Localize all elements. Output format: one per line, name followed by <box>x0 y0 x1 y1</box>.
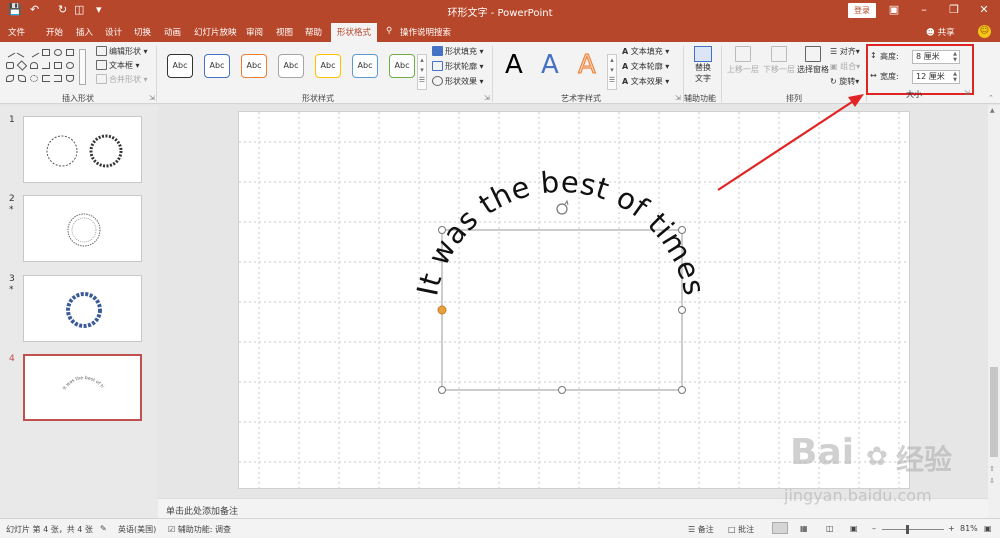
accessibility-checker[interactable]: ☑ 辅助功能: 调查 <box>168 524 231 535</box>
watermark-brand: Bai <box>790 432 855 473</box>
language-indicator[interactable]: 英语(美国) <box>118 524 156 535</box>
zoom-in-icon[interactable]: + <box>948 524 955 533</box>
slide-counter: 幻灯片 第 4 张，共 4 张 <box>6 525 93 534</box>
annotation-arrowhead <box>848 94 864 107</box>
annotation-arrow <box>717 97 859 191</box>
comment-icon: □ <box>728 525 736 534</box>
zoom-out-icon[interactable]: – <box>872 524 876 533</box>
spellcheck-icon[interactable]: ✎ <box>100 524 107 533</box>
zoom-slider-knob[interactable] <box>906 525 909 534</box>
zoom-level[interactable]: 81% <box>960 524 978 533</box>
fit-slide-icon[interactable]: ▣ <box>984 524 992 533</box>
slideshow-icon[interactable]: ▣ <box>850 524 858 533</box>
baidu-watermark: Bai ✿ 经验 jingyan.baidu.com <box>780 428 990 518</box>
reading-view-icon[interactable]: ◫ <box>826 524 834 533</box>
watermark-url: jingyan.baidu.com <box>784 486 932 505</box>
normal-view-icon[interactable] <box>772 522 788 534</box>
notes-label: 备注 <box>697 525 714 534</box>
watermark-paw-icon: ✿ <box>866 442 888 472</box>
comments-button[interactable]: □ 批注 <box>728 524 754 535</box>
notes-icon: ☰ <box>688 525 696 534</box>
watermark-brand-cn: 经验 <box>896 443 953 476</box>
slide-sorter-icon[interactable]: ▦ <box>800 524 808 533</box>
notes-button[interactable]: ☰ 备注 <box>688 524 714 535</box>
comments-label: 批注 <box>738 525 755 534</box>
status-bar: 幻灯片 第 4 张，共 4 张 ✎ 英语(美国) ☑ 辅助功能: 调查 ☰ 备注… <box>0 518 1000 538</box>
accessibility-label: 辅助功能: 调查 <box>177 525 231 534</box>
accessibility-icon: ☑ <box>168 525 176 534</box>
zoom-slider[interactable] <box>882 529 944 530</box>
